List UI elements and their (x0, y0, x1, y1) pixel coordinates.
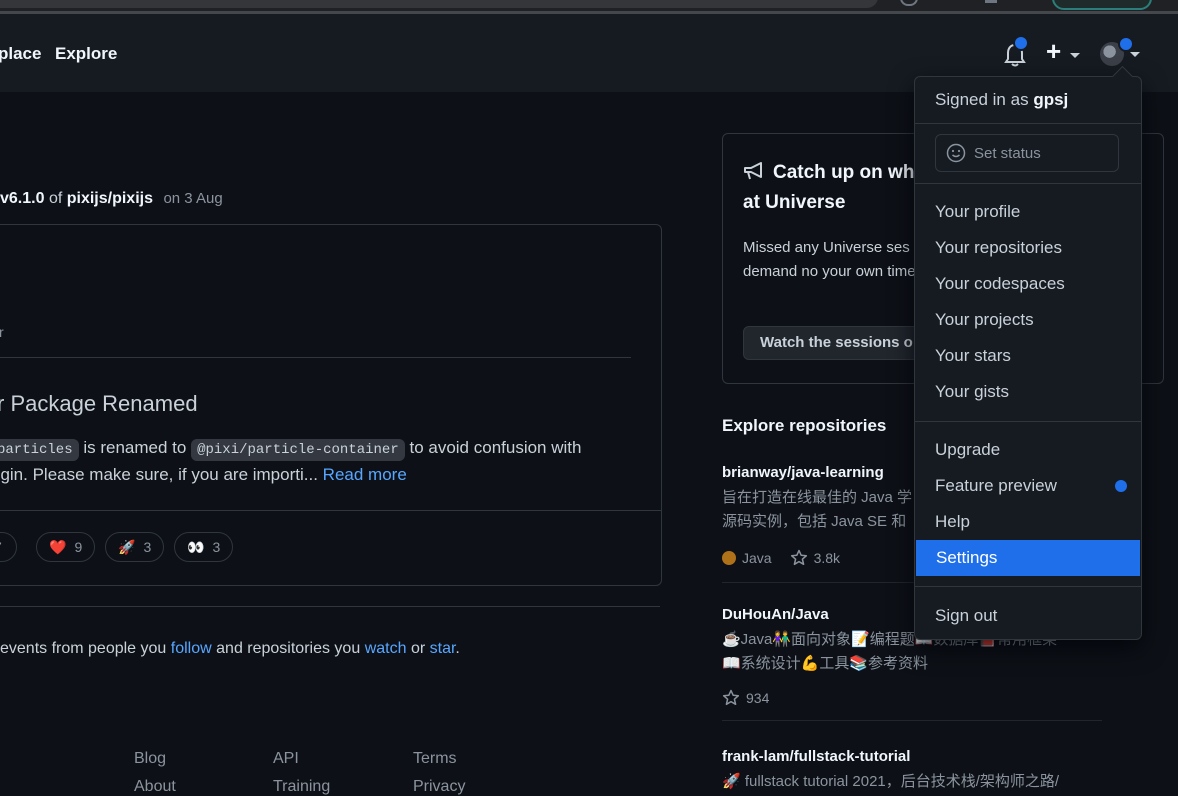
repo-stars[interactable]: 934 (746, 690, 769, 706)
follow-link[interactable]: follow (171, 640, 212, 657)
nav-explore[interactable]: Explore (55, 44, 117, 64)
menu-item-your-gists[interactable]: Your gists (915, 374, 1141, 410)
watch-link[interactable]: watch (365, 640, 407, 657)
menu-item-your-stars[interactable]: Your stars (915, 338, 1141, 374)
universe-title-line-2: at Universe (743, 192, 846, 213)
reaction-button[interactable]: 🚀 3 (105, 532, 165, 562)
repo-link[interactable]: brianway/java-learning (722, 464, 884, 481)
reaction-count: 7 (0, 539, 2, 555)
universe-title-line-1: Catch up on wh (773, 162, 915, 183)
repo-link[interactable]: frank-lam/fullstack-tutorial (722, 748, 910, 765)
reaction-count: 3 (143, 539, 152, 555)
code-snippet: @pixi/particle-container (191, 439, 405, 461)
repo-description: 🚀 fullstack tutorial 2021，后台技术栈/架构师之路/ (722, 770, 1102, 794)
release-date: on 3 Aug (163, 190, 223, 207)
menu-divider (915, 183, 1141, 184)
release-repo[interactable]: pixijs/pixijs (67, 190, 153, 207)
repo-meta: 934 (722, 689, 769, 707)
feed-footer-note: events from people you follow and reposi… (0, 640, 460, 658)
user-menu: Signed in as gpsj Set status Your profil… (914, 76, 1142, 640)
browser-toolbar (0, 0, 1178, 14)
star-icon (722, 689, 740, 706)
menu-item-your-codespaces[interactable]: Your codespaces (915, 266, 1141, 302)
menu-divider (915, 123, 1141, 124)
notification-dot (1013, 35, 1029, 51)
card-divider (0, 357, 631, 358)
set-status-label: Set status (974, 144, 1041, 162)
create-new-icon[interactable]: + (1046, 36, 1061, 67)
repo-description-line: 🚀 fullstack tutorial 2021，后台技术栈/架构师之路/ (722, 773, 1060, 790)
megaphone-icon (744, 162, 762, 180)
profile-pill[interactable] (1052, 0, 1152, 10)
repo-meta: Java 3.8k (722, 549, 840, 567)
footer-link-training[interactable]: Training (273, 778, 330, 796)
release-card: r r Package Renamed particles is renamed… (0, 224, 662, 586)
card-body-line-1: particles is renamed to @pixi/particle-c… (0, 438, 582, 461)
eyes-icon: 👀 (187, 538, 205, 555)
reaction-count: 9 (74, 539, 83, 555)
menu-item-your-profile[interactable]: Your profile (915, 194, 1141, 230)
repo-separator (722, 720, 1102, 721)
menu-item-your-repositories[interactable]: Your repositories (915, 230, 1141, 266)
feature-preview-label: Feature preview (935, 476, 1057, 495)
note-text: events from people you (0, 640, 167, 657)
smiley-icon (946, 143, 966, 163)
note-text: and repositories you (216, 640, 361, 657)
reaction-button[interactable]: 👀 3 (174, 532, 234, 562)
footer-link-privacy[interactable]: Privacy (413, 778, 465, 796)
footer-link-about[interactable]: About (134, 778, 176, 796)
explore-heading: Explore repositories (722, 416, 887, 435)
release-version[interactable]: v6.1.0 (0, 190, 44, 207)
reaction-button[interactable]: ❤️ 9 (36, 532, 96, 562)
nav-marketplace[interactable]: place (0, 44, 41, 64)
menu-item-upgrade[interactable]: Upgrade (915, 432, 1141, 468)
reaction-count: 3 (212, 539, 221, 555)
menu-divider (915, 421, 1141, 422)
menu-item-settings[interactable]: Settings (916, 540, 1140, 576)
card-fragment: r (0, 324, 4, 340)
card-divider (0, 510, 661, 511)
release-of: of (48, 190, 63, 207)
repo-stars[interactable]: 3.8k (814, 550, 840, 566)
star-link[interactable]: star (430, 640, 456, 657)
release-event: v6.1.0 of pixijs/pixijs on 3 Aug (0, 190, 223, 208)
rocket-icon: 🚀 (118, 538, 136, 555)
menu-item-sign-out[interactable]: Sign out (915, 598, 1141, 634)
read-more-link[interactable]: Read more (323, 465, 407, 484)
chevron-down-icon (1130, 52, 1140, 57)
signed-in-label: Signed in as gpsj (935, 90, 1068, 110)
menu-divider (915, 586, 1141, 587)
footer-link-blog[interactable]: Blog (134, 750, 166, 768)
footer-link-terms[interactable]: Terms (413, 750, 457, 768)
address-bar[interactable] (0, 0, 878, 8)
reaction-button[interactable]: 7 (0, 532, 17, 562)
body-text: is renamed to (83, 438, 187, 457)
menu-item-your-projects[interactable]: Your projects (915, 302, 1141, 338)
heart-icon: ❤️ (49, 538, 67, 555)
card-body-line-2: ugin. Please make sure, if you are impor… (0, 465, 407, 485)
chevron-down-icon (1070, 53, 1080, 58)
repo-link[interactable]: DuHouAn/Java (722, 606, 829, 623)
extension-icon[interactable] (900, 0, 918, 6)
note-text: . (455, 640, 460, 657)
body-text: ugin. Please make sure, if you are impor… (0, 465, 318, 484)
repo-description-line: 📖系统设计💪工具📚参考资料 (722, 655, 929, 672)
set-status-button[interactable]: Set status (935, 134, 1119, 172)
menu-item-help[interactable]: Help (915, 504, 1141, 540)
star-icon (790, 549, 807, 566)
repo-language: Java (742, 550, 772, 566)
body-text: to avoid confusion with (409, 438, 582, 457)
signed-in-text: Signed in as (935, 90, 1029, 109)
username[interactable]: gpsj (1033, 90, 1068, 109)
menu-icon[interactable] (985, 0, 997, 3)
code-snippet: particles (0, 439, 79, 461)
footer-link-api[interactable]: API (273, 750, 299, 768)
feed-divider (0, 606, 660, 607)
language-color-dot (722, 551, 736, 565)
menu-item-feature-preview[interactable]: Feature preview (915, 468, 1141, 504)
avatar-badge-dot (1118, 36, 1134, 52)
card-title: r Package Renamed (0, 391, 198, 416)
note-text: or (410, 640, 426, 657)
feature-preview-dot (1115, 480, 1127, 492)
